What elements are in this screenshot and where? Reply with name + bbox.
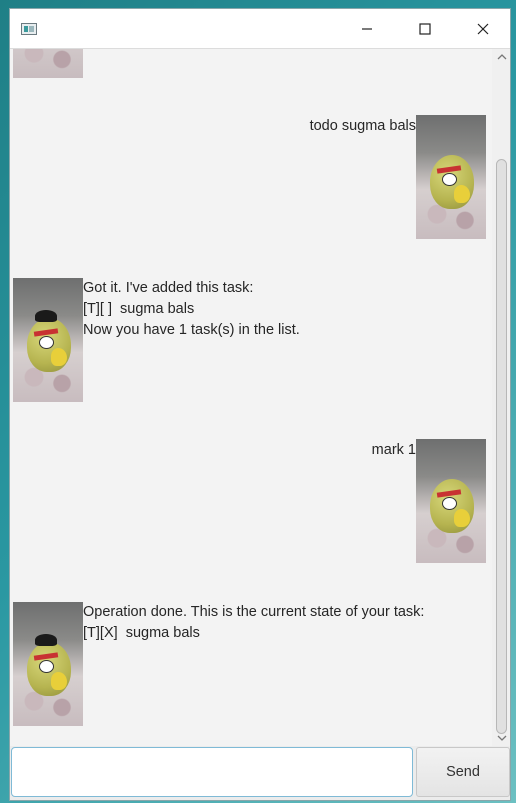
title-bar xyxy=(10,9,510,49)
scroll-down-icon[interactable] xyxy=(497,733,507,743)
user-avatar xyxy=(416,115,486,239)
user-avatar xyxy=(416,439,486,563)
input-bar: Send xyxy=(10,746,510,800)
app-window: todo sugma bals Got it. I've added this … xyxy=(9,8,511,801)
user-dialog: todo sugma bals xyxy=(10,49,492,249)
maximize-button[interactable] xyxy=(396,9,454,49)
minimize-button[interactable] xyxy=(338,9,396,49)
minimize-icon xyxy=(362,28,372,30)
scrollbar-thumb[interactable] xyxy=(496,159,507,734)
send-button[interactable]: Send xyxy=(416,747,510,797)
scroll-up-icon[interactable] xyxy=(497,52,507,62)
user-message: todo sugma bals xyxy=(309,118,416,134)
bot-avatar xyxy=(13,602,83,726)
dialog-container[interactable]: todo sugma bals Got it. I've added this … xyxy=(10,49,492,746)
vertical-scrollbar[interactable] xyxy=(492,49,510,746)
bot-message: Operation done. This is the current stat… xyxy=(83,604,425,641)
user-message: mark 1 xyxy=(371,442,416,458)
close-button[interactable] xyxy=(454,9,510,49)
app-window-icon xyxy=(21,23,37,35)
close-icon xyxy=(477,23,489,35)
bot-avatar xyxy=(13,278,83,402)
user-input[interactable] xyxy=(11,747,413,797)
bot-message: Got it. I've added this task: [T][ ] sug… xyxy=(83,280,300,338)
maximize-icon xyxy=(419,23,431,35)
